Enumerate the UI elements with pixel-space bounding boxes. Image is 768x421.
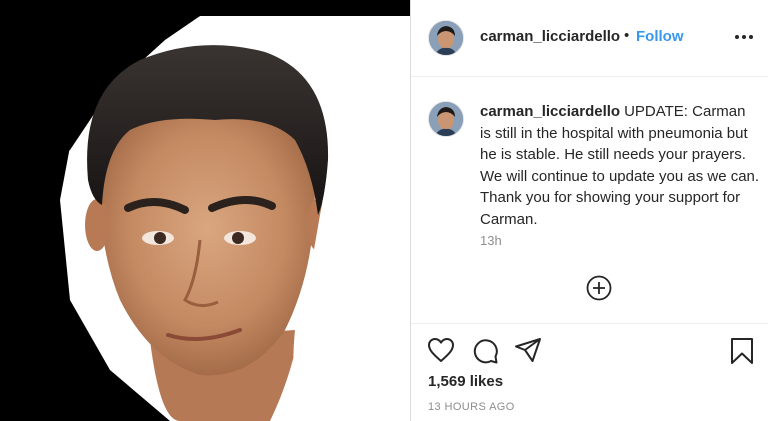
- caption-timestamp[interactable]: 13h: [480, 233, 502, 248]
- follow-separator: •: [624, 27, 630, 44]
- paper-plane-icon[interactable]: [514, 337, 542, 368]
- more-options-icon[interactable]: [734, 29, 754, 45]
- post-header: carman_licciardello • Follow: [411, 0, 768, 77]
- header-username[interactable]: carman_licciardello: [480, 28, 620, 45]
- follow-button[interactable]: Follow: [636, 28, 684, 45]
- caption-text: UPDATE: Carman is still in the hospital …: [480, 103, 760, 228]
- caption-username[interactable]: carman_licciardello: [480, 103, 620, 120]
- portrait-photo: [0, 0, 410, 421]
- post-image[interactable]: [0, 0, 410, 421]
- likes-count[interactable]: 1,569 likes: [428, 373, 503, 390]
- heart-icon[interactable]: [427, 337, 455, 368]
- bookmark-icon[interactable]: [729, 337, 755, 370]
- actions-divider: [411, 323, 768, 324]
- caption-avatar[interactable]: [428, 101, 464, 137]
- comment-icon[interactable]: [471, 337, 499, 370]
- add-circle-icon[interactable]: [585, 274, 613, 302]
- post-details-panel: carman_licciardello • Follow carman_licc…: [411, 0, 768, 421]
- avatar[interactable]: [428, 20, 464, 56]
- post-timestamp[interactable]: 13 HOURS AGO: [428, 401, 515, 413]
- post-caption: carman_licciardello UPDATE: Carman is sti…: [480, 101, 760, 230]
